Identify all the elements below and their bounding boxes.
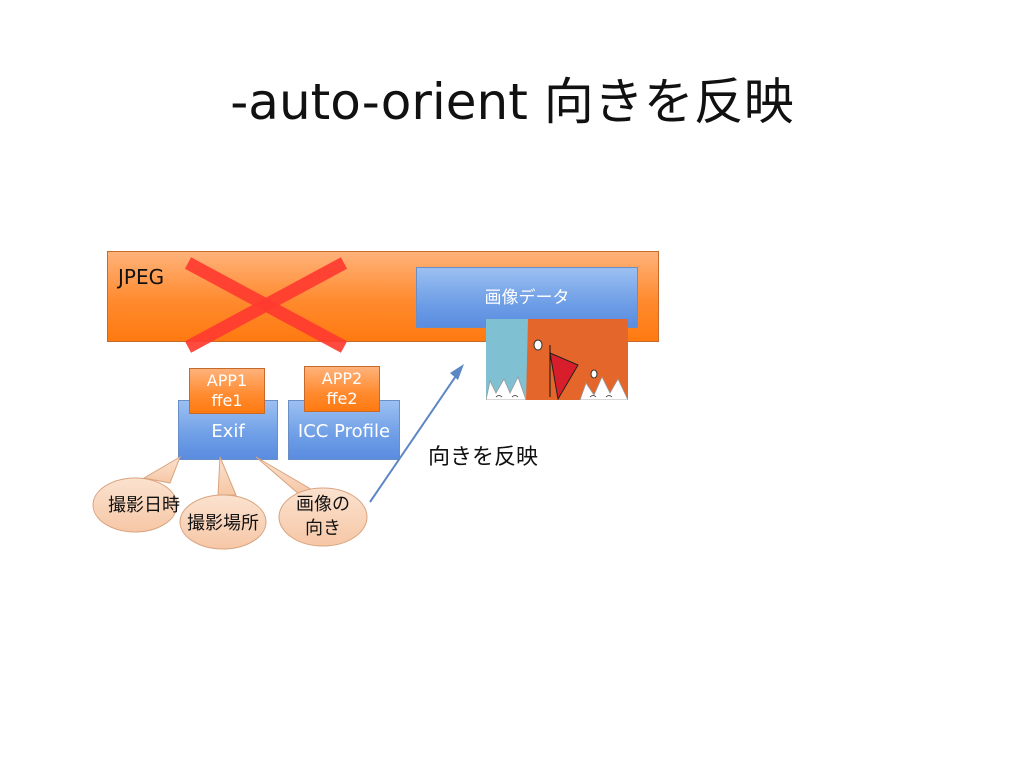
photo-thumbnail [486, 319, 628, 400]
callout-place-bubble [217, 456, 237, 496]
jpeg-label: JPEG [118, 265, 165, 289]
reflect-arrow [369, 364, 464, 503]
app1-marker: ffe1 [211, 391, 243, 410]
app1-label: APP1 [206, 371, 248, 390]
cross-mark [184, 257, 348, 353]
callout-orient-text: 画像の 向き [281, 493, 365, 541]
reflect-label: 向きを反映 [428, 445, 539, 470]
callout-orient-line2: 向き [305, 518, 341, 539]
slide-title: -auto-orient 向きを反映 [230, 73, 794, 131]
callout-orient-line1: 画像の [296, 494, 350, 515]
callout-place-text: 撮影場所 [187, 513, 259, 534]
callout-orient-bubble [255, 456, 316, 496]
app1-tag: APP1 ffe1 [189, 368, 265, 414]
